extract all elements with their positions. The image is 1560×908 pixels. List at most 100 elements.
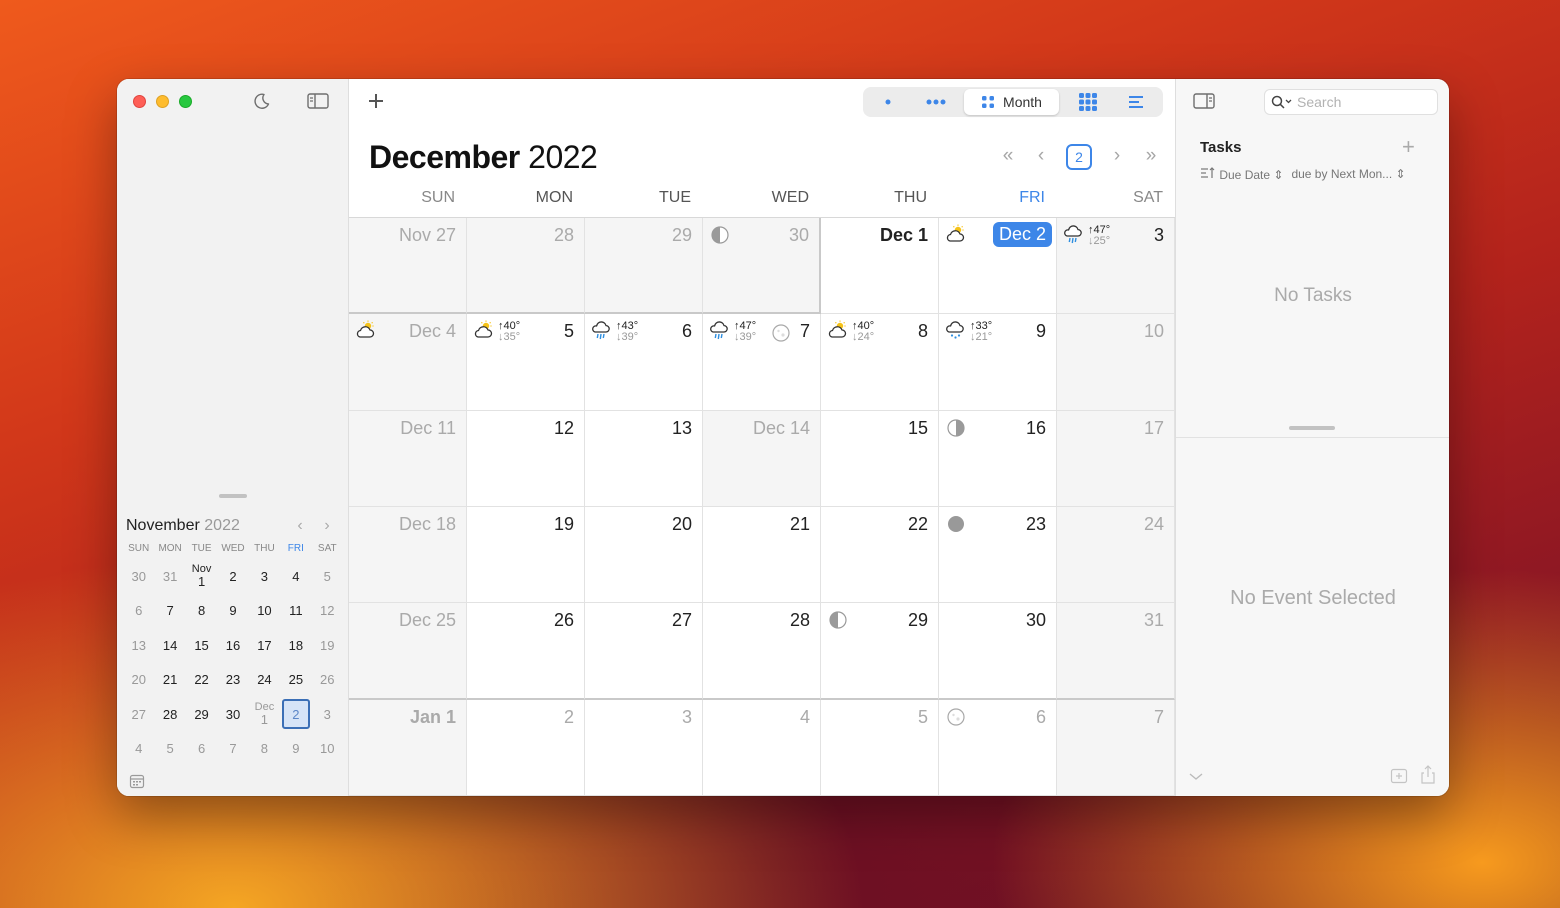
mini-calendar-day[interactable]: 7 [154,596,185,626]
day-cell[interactable]: 23 [939,507,1057,604]
filter-button[interactable]: due by Next Mon... ⇕ [1291,167,1405,182]
day-cell[interactable]: 28 [467,218,585,315]
day-cell[interactable]: 12 [467,410,585,507]
mini-calendar-day[interactable]: 24 [249,665,280,695]
mini-calendar-day[interactable]: 30 [123,561,154,591]
mini-prev-month-button[interactable]: ‹ [291,517,309,535]
day-cell[interactable]: 6 ↑43° ↓39° [585,314,703,411]
today-button[interactable]: 2 [1066,144,1092,170]
mini-calendar-day[interactable]: 2 [217,561,248,591]
next-year-button[interactable]: » [1140,145,1162,167]
day-cell[interactable]: 15 [821,410,939,507]
search-input[interactable] [1297,94,1427,110]
day-cell[interactable]: 30 [703,218,821,315]
day-cell[interactable]: 7 ↑47° ↓39° [703,314,821,411]
mini-calendar-day[interactable]: 17 [249,630,280,660]
mini-calendar-day[interactable]: Nov 1 [186,561,217,591]
day-cell[interactable]: 21 [703,507,821,604]
mini-calendar-day[interactable]: 13 [123,630,154,660]
day-cell[interactable]: 30 [939,603,1057,700]
day-cell[interactable]: Dec 11 [349,410,467,507]
mini-calendar-day[interactable]: 31 [154,561,185,591]
week-view-button[interactable] [921,89,951,115]
day-cell[interactable]: 19 [467,507,585,604]
mini-calendar-day[interactable]: 12 [312,596,343,626]
day-cell[interactable]: 22 [821,507,939,604]
day-cell[interactable]: 6 [939,699,1057,796]
mini-calendar-day[interactable]: 3 [312,699,343,729]
day-cell[interactable]: 5 [821,699,939,796]
list-view-button[interactable] [1121,89,1151,115]
mini-calendar-day[interactable]: 14 [154,630,185,660]
mini-calendar-day[interactable]: 27 [123,699,154,729]
day-cell[interactable]: 26 [467,603,585,700]
mini-calendar-day[interactable]: 8 [186,596,217,626]
calendar-icon[interactable] [129,773,145,789]
mini-calendar-day[interactable]: 30 [217,699,248,729]
mini-calendar-day[interactable]: 22 [186,665,217,695]
day-cell[interactable]: 29 [585,218,703,315]
mini-calendar-day[interactable]: 29 [186,699,217,729]
day-cell[interactable]: 9 ↑33° ↓21° [939,314,1057,411]
mini-calendar-day[interactable]: 28 [154,699,185,729]
mini-calendar-day[interactable]: 5 [154,734,185,764]
close-window-button[interactable] [133,95,146,108]
day-cell[interactable]: 13 [585,410,703,507]
moon-icon[interactable] [251,91,273,111]
mini-calendar-day[interactable]: Dec 1 [249,699,280,729]
prev-year-button[interactable]: « [997,145,1019,167]
mini-calendar-day[interactable]: 8 [249,734,280,764]
day-cell[interactable]: 17 [1057,410,1175,507]
day-cell[interactable]: 27 [585,603,703,700]
mini-calendar-day[interactable]: 9 [217,596,248,626]
mini-calendar-day[interactable]: 19 [312,630,343,660]
day-cell[interactable]: 28 [703,603,821,700]
day-cell[interactable]: 24 [1057,507,1175,604]
next-month-button[interactable]: › [1106,145,1128,167]
minimize-window-button[interactable] [156,95,169,108]
day-cell[interactable]: 31 [1057,603,1175,700]
mini-calendar-day[interactable]: 5 [312,561,343,591]
mini-calendar-day[interactable]: 23 [217,665,248,695]
day-cell[interactable]: 16 [939,410,1057,507]
day-cell[interactable]: Dec 25 [349,603,467,700]
sidebar-toggle-icon[interactable] [307,91,329,111]
share-icon[interactable] [1420,765,1436,785]
mini-calendar-day[interactable]: 20 [123,665,154,695]
panel-resize-handle[interactable] [1289,426,1335,430]
zoom-window-button[interactable] [179,95,192,108]
chevron-down-icon[interactable] [1188,769,1204,781]
mini-calendar-day[interactable]: 18 [280,630,311,660]
inspector-toggle-icon[interactable] [1192,91,1216,111]
year-view-button[interactable] [1073,89,1103,115]
mini-calendar-day[interactable]: 7 [217,734,248,764]
mini-calendar-day[interactable]: 9 [280,734,311,764]
mini-calendar-day[interactable]: 21 [154,665,185,695]
month-view-button[interactable]: Month [964,89,1059,115]
mini-calendar-day[interactable]: 25 [280,665,311,695]
mini-calendar-day[interactable]: 6 [186,734,217,764]
day-cell[interactable]: 10 [1057,314,1175,411]
day-cell[interactable]: Dec 1 [821,218,939,315]
mini-calendar-day[interactable]: 4 [123,734,154,764]
mini-calendar-day[interactable]: 26 [312,665,343,695]
day-cell[interactable]: 20 [585,507,703,604]
mini-calendar-day[interactable]: 10 [249,596,280,626]
add-task-button[interactable]: + [1402,134,1415,160]
mini-calendar-day[interactable]: 11 [280,596,311,626]
day-cell[interactable]: Dec 4 [349,314,467,411]
mini-calendar-day[interactable]: 6 [123,596,154,626]
mini-calendar-day[interactable]: 10 [312,734,343,764]
day-cell[interactable]: Jan 1 [349,699,467,796]
day-cell[interactable]: 4 [703,699,821,796]
mini-calendar-day[interactable]: 2 [281,699,310,730]
day-cell[interactable]: Nov 27 [349,218,467,315]
day-cell[interactable]: 2 [467,699,585,796]
mini-calendar-day[interactable]: 3 [249,561,280,591]
day-cell[interactable]: 3 ↑47° ↓25° [1057,218,1175,315]
day-cell[interactable]: 5 ↑40° ↓35° [467,314,585,411]
day-cell[interactable]: Dec 18 [349,507,467,604]
day-cell[interactable]: 3 [585,699,703,796]
sidebar-resize-handle[interactable] [219,494,247,498]
mini-calendar-day[interactable]: 15 [186,630,217,660]
